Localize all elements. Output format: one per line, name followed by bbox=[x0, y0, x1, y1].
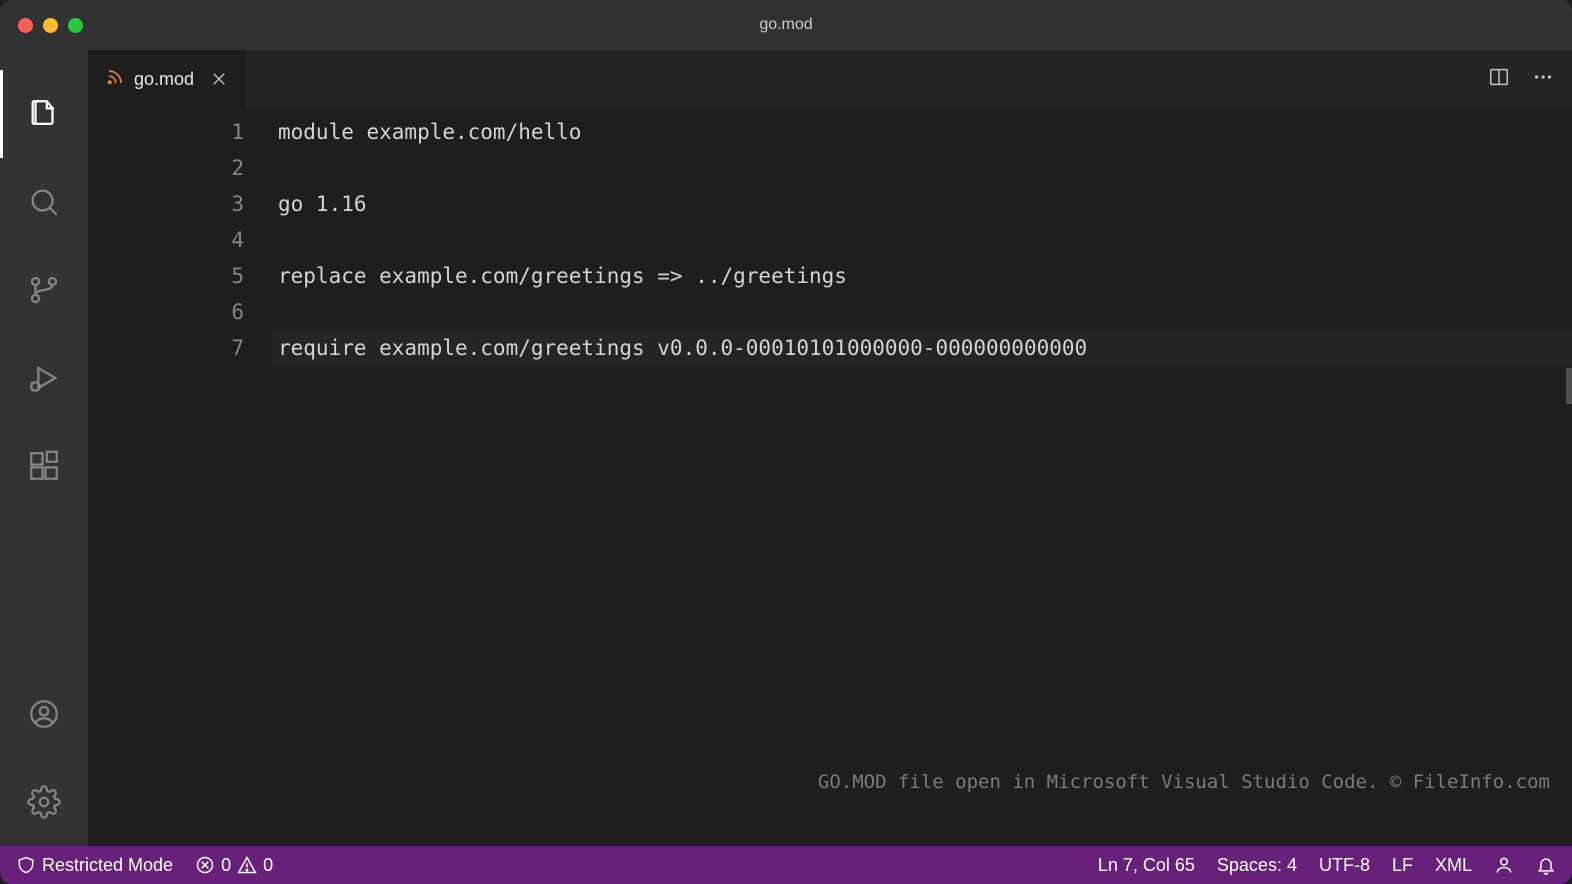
editor-actions bbox=[1488, 50, 1572, 108]
play-bug-icon bbox=[27, 361, 61, 395]
code-line[interactable] bbox=[278, 150, 1572, 186]
tab-bar: go.mod bbox=[88, 50, 1572, 108]
activity-source-control[interactable] bbox=[0, 246, 88, 334]
feedback-button[interactable] bbox=[1494, 855, 1514, 875]
tab-close-button[interactable] bbox=[210, 70, 228, 88]
cursor-position: Ln 7, Col 65 bbox=[1098, 855, 1195, 876]
status-bar: Restricted Mode 0 0 Ln 7, Col 65 Spaces:… bbox=[0, 846, 1572, 884]
line-number: 2 bbox=[88, 150, 244, 186]
code-line[interactable]: module example.com/hello bbox=[278, 114, 1572, 150]
scrollbar-marker[interactable] bbox=[1566, 368, 1572, 404]
account-icon bbox=[27, 697, 61, 731]
gear-icon bbox=[27, 785, 61, 819]
ellipsis-icon bbox=[1532, 66, 1554, 88]
activity-settings[interactable] bbox=[0, 758, 88, 846]
error-icon bbox=[195, 855, 215, 875]
maximize-window-button[interactable] bbox=[68, 18, 83, 33]
activity-extensions[interactable] bbox=[0, 422, 88, 510]
tab-filename: go.mod bbox=[134, 69, 194, 90]
warning-icon bbox=[237, 855, 257, 875]
code-line[interactable]: require example.com/greetings v0.0.0-000… bbox=[272, 330, 1572, 366]
code-line[interactable]: replace example.com/greetings => ../gree… bbox=[278, 258, 1572, 294]
split-editor-button[interactable] bbox=[1488, 66, 1510, 93]
line-number: 3 bbox=[88, 186, 244, 222]
code-line[interactable] bbox=[278, 222, 1572, 258]
line-number: 6 bbox=[88, 294, 244, 330]
line-number-gutter: 1234567 bbox=[88, 114, 278, 846]
line-number: 1 bbox=[88, 114, 244, 150]
eol: LF bbox=[1392, 855, 1413, 876]
close-icon bbox=[210, 70, 228, 88]
close-window-button[interactable] bbox=[18, 18, 33, 33]
titlebar: go.mod bbox=[0, 0, 1572, 50]
line-number: 4 bbox=[88, 222, 244, 258]
eol-button[interactable]: LF bbox=[1392, 855, 1413, 876]
language-mode-button[interactable]: XML bbox=[1435, 855, 1472, 876]
activity-bar bbox=[0, 50, 88, 846]
encoding: UTF-8 bbox=[1319, 855, 1370, 876]
restricted-mode-button[interactable]: Restricted Mode bbox=[16, 855, 173, 876]
feedback-icon bbox=[1494, 855, 1514, 875]
split-icon bbox=[1488, 66, 1510, 88]
bell-icon bbox=[1536, 855, 1556, 875]
activity-run-debug[interactable] bbox=[0, 334, 88, 422]
activity-explorer[interactable] bbox=[0, 70, 88, 158]
code-line[interactable]: go 1.16 bbox=[278, 186, 1572, 222]
error-count: 0 bbox=[221, 855, 231, 876]
notifications-button[interactable] bbox=[1536, 855, 1556, 875]
window-title: go.mod bbox=[759, 16, 812, 34]
indentation-button[interactable]: Spaces: 4 bbox=[1217, 855, 1297, 876]
files-icon bbox=[27, 97, 61, 131]
extensions-icon bbox=[27, 449, 61, 483]
warning-count: 0 bbox=[263, 855, 273, 876]
activity-search[interactable] bbox=[0, 158, 88, 246]
shield-icon bbox=[16, 855, 36, 875]
encoding-button[interactable]: UTF-8 bbox=[1319, 855, 1370, 876]
line-number: 7 bbox=[88, 330, 244, 366]
activity-accounts[interactable] bbox=[0, 670, 88, 758]
file-type-icon bbox=[106, 68, 124, 91]
search-icon bbox=[27, 185, 61, 219]
restricted-mode-label: Restricted Mode bbox=[42, 855, 173, 876]
line-number: 5 bbox=[88, 258, 244, 294]
main-area: go.mod 1234567 module example.com/hello g… bbox=[0, 50, 1572, 846]
more-actions-button[interactable] bbox=[1532, 66, 1554, 93]
minimize-window-button[interactable] bbox=[43, 18, 58, 33]
editor-area: go.mod 1234567 module example.com/hello g… bbox=[88, 50, 1572, 846]
language-mode: XML bbox=[1435, 855, 1472, 876]
text-editor[interactable]: 1234567 module example.com/hello go 1.16 r… bbox=[88, 108, 1572, 846]
file-tab[interactable]: go.mod bbox=[88, 50, 247, 108]
window-controls bbox=[18, 18, 83, 33]
cursor-position-button[interactable]: Ln 7, Col 65 bbox=[1098, 855, 1195, 876]
problems-button[interactable]: 0 0 bbox=[195, 855, 273, 876]
watermark-text: GO.MOD file open in Microsoft Visual Stu… bbox=[818, 764, 1550, 800]
git-branch-icon bbox=[27, 273, 61, 307]
code-line[interactable] bbox=[278, 294, 1572, 330]
code-content[interactable]: module example.com/hello go 1.16 replace e… bbox=[278, 114, 1572, 846]
indentation: Spaces: 4 bbox=[1217, 855, 1297, 876]
